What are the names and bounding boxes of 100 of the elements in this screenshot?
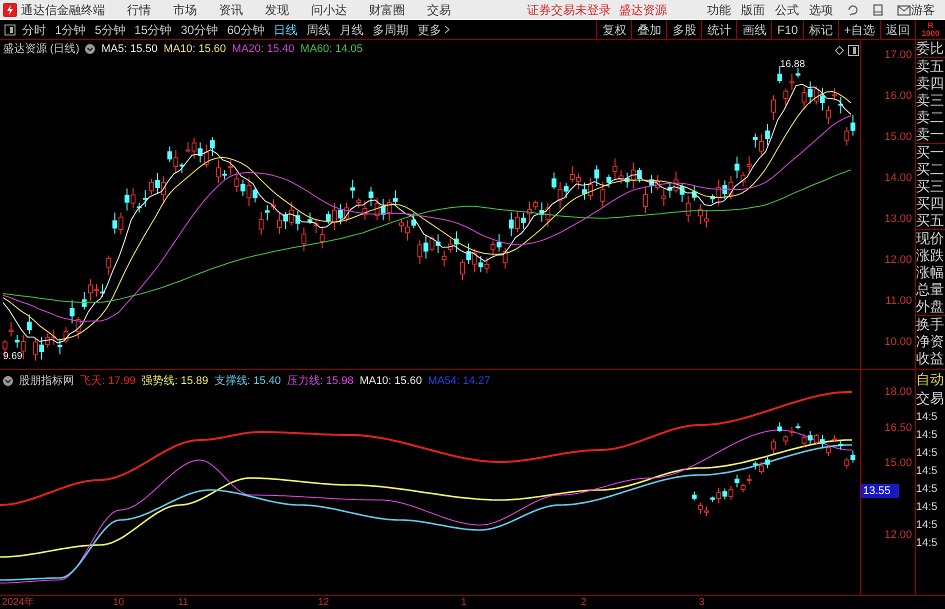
- stock-name-link[interactable]: 盛达资源: [619, 1, 667, 19]
- price-axis-label: 15.00: [884, 131, 912, 143]
- indicator-axis-label: 15.00: [884, 457, 912, 469]
- indicator-value: MA54: 14.27: [428, 374, 490, 389]
- trade-time: 14:5: [916, 446, 938, 461]
- quote-label: 委比: [916, 40, 945, 57]
- dropdown-icon[interactable]: [85, 44, 96, 54]
- trade-time: 14:5: [916, 518, 938, 533]
- indicator-value: MA60: 14.05: [300, 42, 363, 57]
- panel-toggle-icon[interactable]: [4, 24, 16, 36]
- diamond-icon[interactable]: [835, 46, 844, 55]
- chart-tool-button[interactable]: 返回: [880, 20, 915, 39]
- login-notice[interactable]: 证券交易未登录: [527, 1, 611, 19]
- low-price-label: 9.69: [3, 350, 22, 364]
- period-tab[interactable]: 周线: [306, 20, 330, 38]
- quote-label: 外盘: [916, 298, 945, 315]
- badge-letter: R: [928, 22, 934, 30]
- price-axis-label: 14.00: [884, 172, 912, 184]
- quote-label: 涨幅: [916, 264, 945, 281]
- high-price-label: 16.88: [780, 58, 806, 72]
- quote-label: 卖四: [916, 75, 945, 92]
- menu-item[interactable]: 资讯: [219, 1, 243, 19]
- menu-item[interactable]: 交易: [427, 1, 451, 19]
- trade-time: 14:5: [916, 410, 938, 425]
- quote-label: 现价: [916, 230, 945, 247]
- chart-tool-button[interactable]: +自选: [838, 20, 880, 39]
- quote-label: 买二: [916, 161, 945, 178]
- trade-time: 14:5: [916, 428, 938, 443]
- indicator-value: 支撑线: 15.40: [214, 374, 281, 389]
- tool-menu-item[interactable]: 版面: [741, 1, 765, 19]
- chart-tool-button[interactable]: 多股: [666, 20, 702, 39]
- indicator-value: MA20: 15.40: [232, 42, 294, 57]
- user-name[interactable]: 游客: [911, 1, 935, 19]
- price-axis-label: 12.00: [884, 254, 912, 266]
- chart-tool-button[interactable]: 标记: [802, 20, 838, 39]
- chart-tool-button[interactable]: 画线: [736, 20, 772, 39]
- indicator-title: 股朋指标网: [19, 374, 74, 389]
- dropdown-icon[interactable]: [3, 376, 13, 386]
- period-tab[interactable]: 多周期: [372, 20, 408, 38]
- menu-item[interactable]: 行情: [127, 1, 151, 19]
- menu-item[interactable]: 市场: [173, 1, 197, 19]
- quote-label: 净资: [916, 333, 945, 350]
- date-axis-label: 12: [318, 596, 330, 609]
- quote-label: 卖一: [916, 126, 945, 143]
- menu-item[interactable]: 发现: [265, 1, 289, 19]
- date-axis-label: 2: [581, 596, 587, 609]
- indicator-value: MA10: 15.60: [164, 42, 226, 57]
- period-tab[interactable]: 更多: [417, 20, 450, 38]
- period-tab[interactable]: 1分钟: [55, 20, 86, 38]
- panel-toggle-icon[interactable]: [848, 45, 859, 56]
- quote-label: 涨跌: [916, 247, 945, 264]
- period-tab[interactable]: 月线: [339, 20, 364, 38]
- tool-menu-item[interactable]: 公式: [775, 1, 799, 19]
- indicator-value: 强势线: 15.89: [142, 374, 208, 389]
- period-tab[interactable]: 分时: [22, 20, 46, 38]
- chart-tool-button[interactable]: 叠加: [631, 20, 666, 39]
- indicator-value: 压力线: 15.98: [286, 374, 354, 389]
- quote-label: 买一: [916, 144, 945, 161]
- price-axis-label: 10.00: [884, 336, 912, 348]
- mail-icon[interactable]: [897, 4, 911, 16]
- period-tab[interactable]: 5分钟: [94, 20, 126, 38]
- period-tab[interactable]: 60分钟: [227, 20, 264, 38]
- date-axis-label: 11: [178, 596, 188, 609]
- period-tab[interactable]: 15分钟: [134, 20, 172, 38]
- quote-label: 卖三: [916, 92, 945, 109]
- tool-menu-item[interactable]: 选项: [809, 1, 833, 19]
- chart-title: 盛达资源 (日线): [3, 42, 80, 57]
- price-axis-label: 16.00: [884, 90, 912, 102]
- chart-tool-button[interactable]: 统计: [701, 20, 736, 39]
- quote-label: 卖五: [916, 58, 945, 75]
- quote-label: 买五: [916, 212, 945, 229]
- quote-label: 买四: [916, 195, 945, 212]
- indicator-axis-label: 16.50: [884, 422, 912, 434]
- app-logo-icon: [3, 3, 17, 17]
- quote-label: 卖二: [916, 109, 945, 126]
- date-axis-label: 2024年: [2, 596, 34, 609]
- chart-tool-button[interactable]: F10: [771, 20, 803, 39]
- price-axis-label: 17.00: [884, 49, 912, 61]
- period-tab[interactable]: 30分钟: [180, 20, 218, 38]
- indicator-axis-label: 12.00: [884, 529, 912, 541]
- trade-time: 14:5: [916, 536, 938, 551]
- period-tab[interactable]: 日线: [273, 20, 298, 38]
- date-axis-label: 3: [699, 596, 705, 609]
- trade-mode-label: 自动: [916, 370, 945, 389]
- date-axis-label: 1: [461, 596, 467, 609]
- indicator-axis-label: 18.00: [884, 386, 912, 398]
- tool-menu-item[interactable]: 功能: [707, 1, 731, 19]
- trade-time: 14:5: [916, 500, 938, 515]
- menu-item[interactable]: 财富圈: [369, 1, 405, 19]
- current-price-tag: 13.55: [861, 484, 899, 498]
- price-axis-label: 13.00: [884, 213, 912, 225]
- indicator-value: 飞天: 17.99: [80, 374, 136, 389]
- date-axis-label: 10: [113, 596, 124, 609]
- badge-number: 1000: [922, 30, 940, 38]
- chart-tool-button[interactable]: 复权: [596, 20, 632, 39]
- app-title: 通达信金融终端: [21, 2, 106, 19]
- price-axis-label: 11.00: [885, 295, 912, 307]
- quote-label: 总量: [916, 281, 945, 298]
- chevron-right-icon: [444, 25, 450, 34]
- menu-item[interactable]: 问小达: [311, 1, 347, 19]
